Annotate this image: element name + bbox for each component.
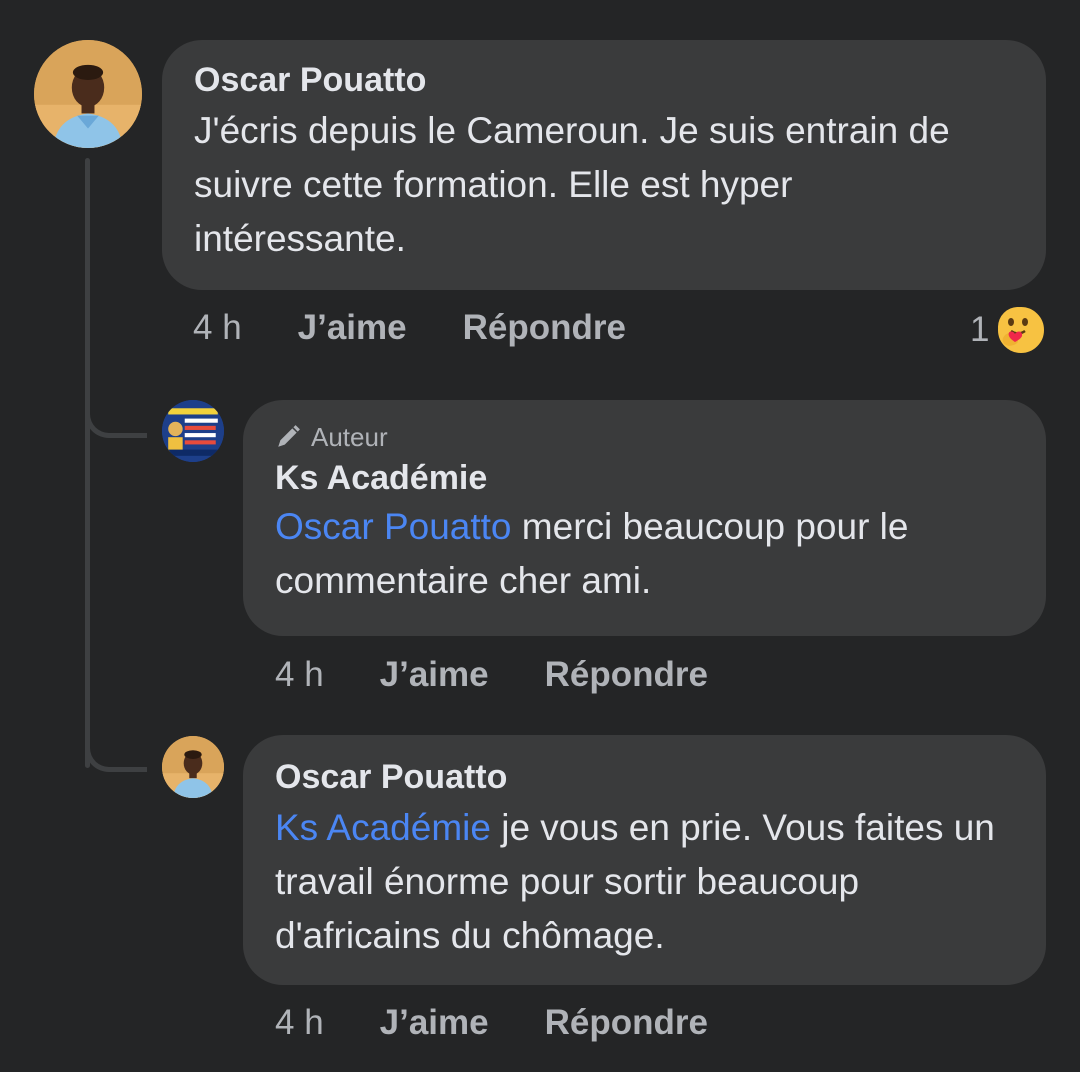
reply-time: 4 h: [275, 1003, 324, 1042]
comment-author[interactable]: Oscar Pouatto: [194, 58, 1014, 102]
mention-link[interactable]: Oscar Pouatto: [275, 506, 512, 547]
reply-text: Ks Académie je vous en prie. Vous faites…: [275, 801, 1015, 963]
comment-text: J'écris depuis le Cameroun. Je suis entr…: [194, 110, 950, 259]
comment-actions: 4 h J’aime Répondre: [193, 308, 682, 348]
comment-time: 4 h: [193, 308, 242, 347]
author-badge: Auteur: [275, 420, 1014, 454]
mention-link[interactable]: Ks Académie: [275, 807, 491, 848]
profile-photo-icon: [162, 736, 224, 798]
avatar[interactable]: [162, 736, 224, 798]
like-button[interactable]: J’aime: [298, 308, 407, 348]
avatar[interactable]: [162, 400, 224, 462]
like-button[interactable]: J’aime: [380, 655, 489, 695]
pencil-icon: [278, 425, 300, 447]
reply-text: Oscar Pouatto merci beaucoup pour le com…: [275, 500, 1015, 608]
reaction-summary[interactable]: 1: [970, 304, 1048, 356]
reply-bubble[interactable]: Oscar Pouatto Ks Académie je vous en pri…: [243, 735, 1046, 985]
thread-branch: [85, 398, 147, 438]
reply-button[interactable]: Répondre: [545, 1003, 708, 1043]
profile-photo-icon: [34, 40, 142, 148]
reply-author[interactable]: Ks Académie: [275, 456, 1014, 500]
reply-actions: 4 h J’aime Répondre: [275, 1003, 764, 1043]
reply-bubble[interactable]: Auteur Ks Académie Oscar Pouatto merci b…: [243, 400, 1046, 636]
thread-branch: [85, 732, 147, 772]
thread-line: [85, 158, 90, 768]
reply-actions: 4 h J’aime Répondre: [275, 655, 764, 695]
comment-bubble[interactable]: Oscar Pouatto J'écris depuis le Cameroun…: [162, 40, 1046, 290]
reply-author[interactable]: Oscar Pouatto: [275, 755, 1014, 799]
comment-thread: Oscar Pouatto J'écris depuis le Cameroun…: [0, 0, 1080, 1072]
author-badge-label: Auteur: [311, 422, 388, 452]
reply-time: 4 h: [275, 655, 324, 694]
reply-button[interactable]: Répondre: [463, 308, 626, 348]
avatar[interactable]: [34, 40, 142, 148]
reaction-count: 1: [970, 310, 990, 349]
reply-button[interactable]: Répondre: [545, 655, 708, 695]
page-logo-icon: [162, 400, 224, 462]
like-button[interactable]: J’aime: [380, 1003, 489, 1043]
care-emoji-icon: [995, 304, 1048, 356]
